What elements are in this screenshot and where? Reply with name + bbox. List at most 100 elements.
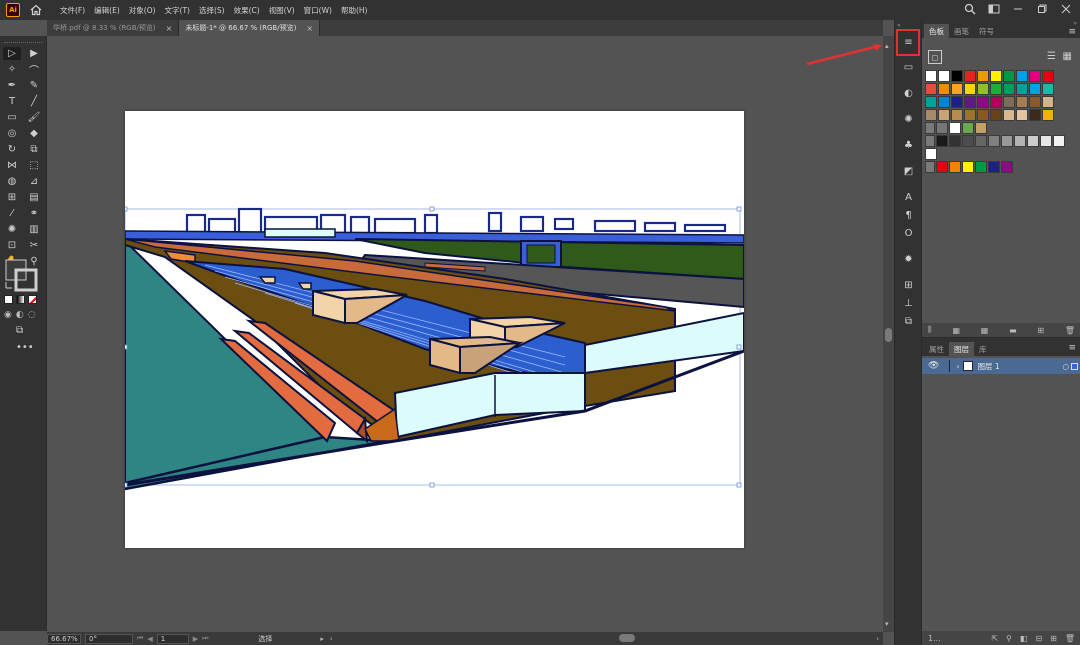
symbol-sprayer-tool-icon[interactable]: ✺ — [3, 223, 21, 236]
rectangle-tool-icon[interactable]: ▭ — [3, 111, 21, 124]
search-icon[interactable] — [964, 3, 976, 15]
swatch[interactable] — [938, 96, 950, 108]
swatch[interactable] — [975, 122, 987, 134]
swatch[interactable] — [1042, 70, 1054, 82]
gradient-tool-icon[interactable]: ▤ — [25, 191, 43, 204]
list-view-icon[interactable]: ☰ — [1047, 51, 1056, 62]
slice-tool-icon[interactable]: ✂ — [25, 239, 43, 252]
tab-layers[interactable]: 图层 — [949, 342, 974, 356]
swatch[interactable] — [936, 135, 948, 147]
document-info-icon[interactable]: ◩ — [900, 164, 917, 178]
swatch[interactable] — [1027, 135, 1039, 147]
artboard-tool-icon[interactable]: ⊡ — [3, 239, 21, 252]
menu-item[interactable]: 选择(S) — [199, 5, 225, 16]
swatch[interactable] — [949, 161, 961, 173]
pen-tool-icon[interactable]: ✒ — [3, 79, 21, 92]
export-icon[interactable]: ⇱ — [991, 634, 998, 643]
scroll-up-icon[interactable]: ▴ — [885, 42, 889, 50]
transform-icon[interactable]: ⊞ — [900, 278, 917, 292]
fill-stroke-icon[interactable] — [4, 258, 42, 292]
scroll-down-icon[interactable]: ▾ — [885, 620, 889, 628]
tab-brushes[interactable]: 画笔 — [949, 24, 974, 38]
swatch[interactable] — [1016, 109, 1028, 121]
tab-document-2[interactable]: 未标题-1* @ 66.67 % (RGB/预览) × — [179, 20, 321, 36]
tab-symbols[interactable]: 符号 — [974, 24, 999, 38]
swatch[interactable] — [975, 161, 987, 173]
swatch[interactable] — [1029, 83, 1041, 95]
swatch[interactable] — [975, 135, 987, 147]
menu-item[interactable]: 文件(F) — [60, 5, 85, 16]
column-graph-tool-icon[interactable]: ▥ — [25, 223, 43, 236]
eyedropper-tool-icon[interactable]: ⁄ — [3, 207, 21, 220]
menu-item[interactable]: 窗口(W) — [304, 5, 332, 16]
swatch[interactable] — [1016, 70, 1028, 82]
free-transform-tool-icon[interactable]: ⬚ — [25, 159, 43, 172]
direct-selection-tool-icon[interactable]: ▶ — [25, 47, 43, 60]
selection-indicator[interactable] — [1071, 362, 1078, 370]
tab-properties[interactable]: 属性 — [924, 342, 949, 356]
expand-arrow-icon[interactable]: › — [956, 362, 959, 371]
new-sublayer-icon[interactable]: ⊟ — [1035, 634, 1042, 643]
swatch[interactable] — [951, 96, 963, 108]
swatch[interactable] — [990, 83, 1002, 95]
color-group-folder-icon[interactable] — [925, 161, 935, 173]
swatch[interactable] — [1040, 135, 1052, 147]
minimize-icon[interactable] — [1012, 3, 1024, 15]
tab-swatches[interactable]: 色板 — [924, 24, 949, 38]
magic-wand-tool-icon[interactable]: ✧ — [3, 63, 21, 76]
align-icon[interactable]: ⊥ — [900, 296, 917, 310]
menu-item[interactable]: 视图(V) — [269, 5, 295, 16]
toolbar-grip[interactable] — [4, 38, 42, 43]
shaper-tool-icon[interactable]: ◎ — [3, 127, 21, 140]
swatch[interactable] — [1016, 83, 1028, 95]
lasso-tool-icon[interactable]: ⌒ — [25, 63, 43, 77]
swatch[interactable] — [990, 96, 1002, 108]
swatch[interactable] — [1029, 70, 1041, 82]
zoom-field[interactable]: 66.67% — [47, 633, 81, 644]
vertical-scroll-thumb[interactable] — [885, 328, 892, 342]
swatch[interactable] — [990, 70, 1002, 82]
menu-item[interactable]: 效果(C) — [234, 5, 260, 16]
paintbrush-tool-icon[interactable]: 🖌 — [25, 111, 43, 124]
swatch[interactable] — [1029, 109, 1041, 121]
swatch[interactable] — [988, 161, 1000, 173]
restore-icon[interactable] — [1036, 3, 1048, 15]
swatch[interactable] — [1003, 96, 1015, 108]
artwork-river-embankment[interactable] — [125, 111, 744, 548]
layer-name[interactable]: 图层 1 — [977, 361, 999, 372]
swatch[interactable] — [925, 148, 937, 160]
swatch[interactable] — [925, 70, 937, 82]
swatch[interactable] — [1016, 96, 1028, 108]
pathfinder-icon[interactable]: ⧉ — [900, 314, 917, 328]
swatch[interactable] — [990, 109, 1002, 121]
rotate-angle-field[interactable]: 0° — [85, 633, 133, 644]
swatch[interactable] — [1042, 96, 1054, 108]
swatch[interactable] — [962, 161, 974, 173]
new-swatch-icon[interactable]: ⊞ — [1037, 326, 1044, 335]
status-mode-label[interactable]: 选择 — [258, 634, 272, 644]
swatch[interactable] — [1053, 135, 1065, 147]
curvature-tool-icon[interactable]: ✎ — [25, 79, 43, 92]
new-layer-icon[interactable]: ⊞ — [1050, 634, 1057, 643]
workspace-icon[interactable] — [988, 3, 1000, 15]
blend-tool-icon[interactable]: ⚭ — [25, 207, 43, 220]
paragraph-icon[interactable]: ¶ — [900, 208, 917, 222]
swatch[interactable] — [936, 161, 948, 173]
delete-layer-icon[interactable]: 🗑 — [1065, 634, 1075, 643]
scroll-left-icon[interactable]: ‹ — [330, 635, 333, 643]
swatch-libraries-icon[interactable]: ⫼ — [928, 325, 932, 335]
rotate-tool-icon[interactable]: ↻ — [3, 143, 21, 156]
home-icon[interactable] — [30, 4, 42, 16]
swatch[interactable] — [938, 109, 950, 121]
swatch[interactable] — [962, 135, 974, 147]
prev-artboard-icon[interactable]: ◀ — [147, 635, 152, 643]
perspective-grid-tool-icon[interactable]: ⊿ — [25, 175, 43, 188]
swatch[interactable] — [977, 83, 989, 95]
graphic-styles-icon[interactable]: ♣ — [900, 138, 917, 152]
draw-inside-icon[interactable]: ◌ — [28, 310, 36, 320]
none-icon[interactable] — [28, 295, 37, 304]
color-guide-icon[interactable]: ✺ — [900, 112, 917, 126]
color-group-folder-icon[interactable] — [925, 122, 935, 134]
swatch-kind-icon[interactable]: ▦ — [952, 326, 960, 335]
swatch[interactable] — [964, 83, 976, 95]
